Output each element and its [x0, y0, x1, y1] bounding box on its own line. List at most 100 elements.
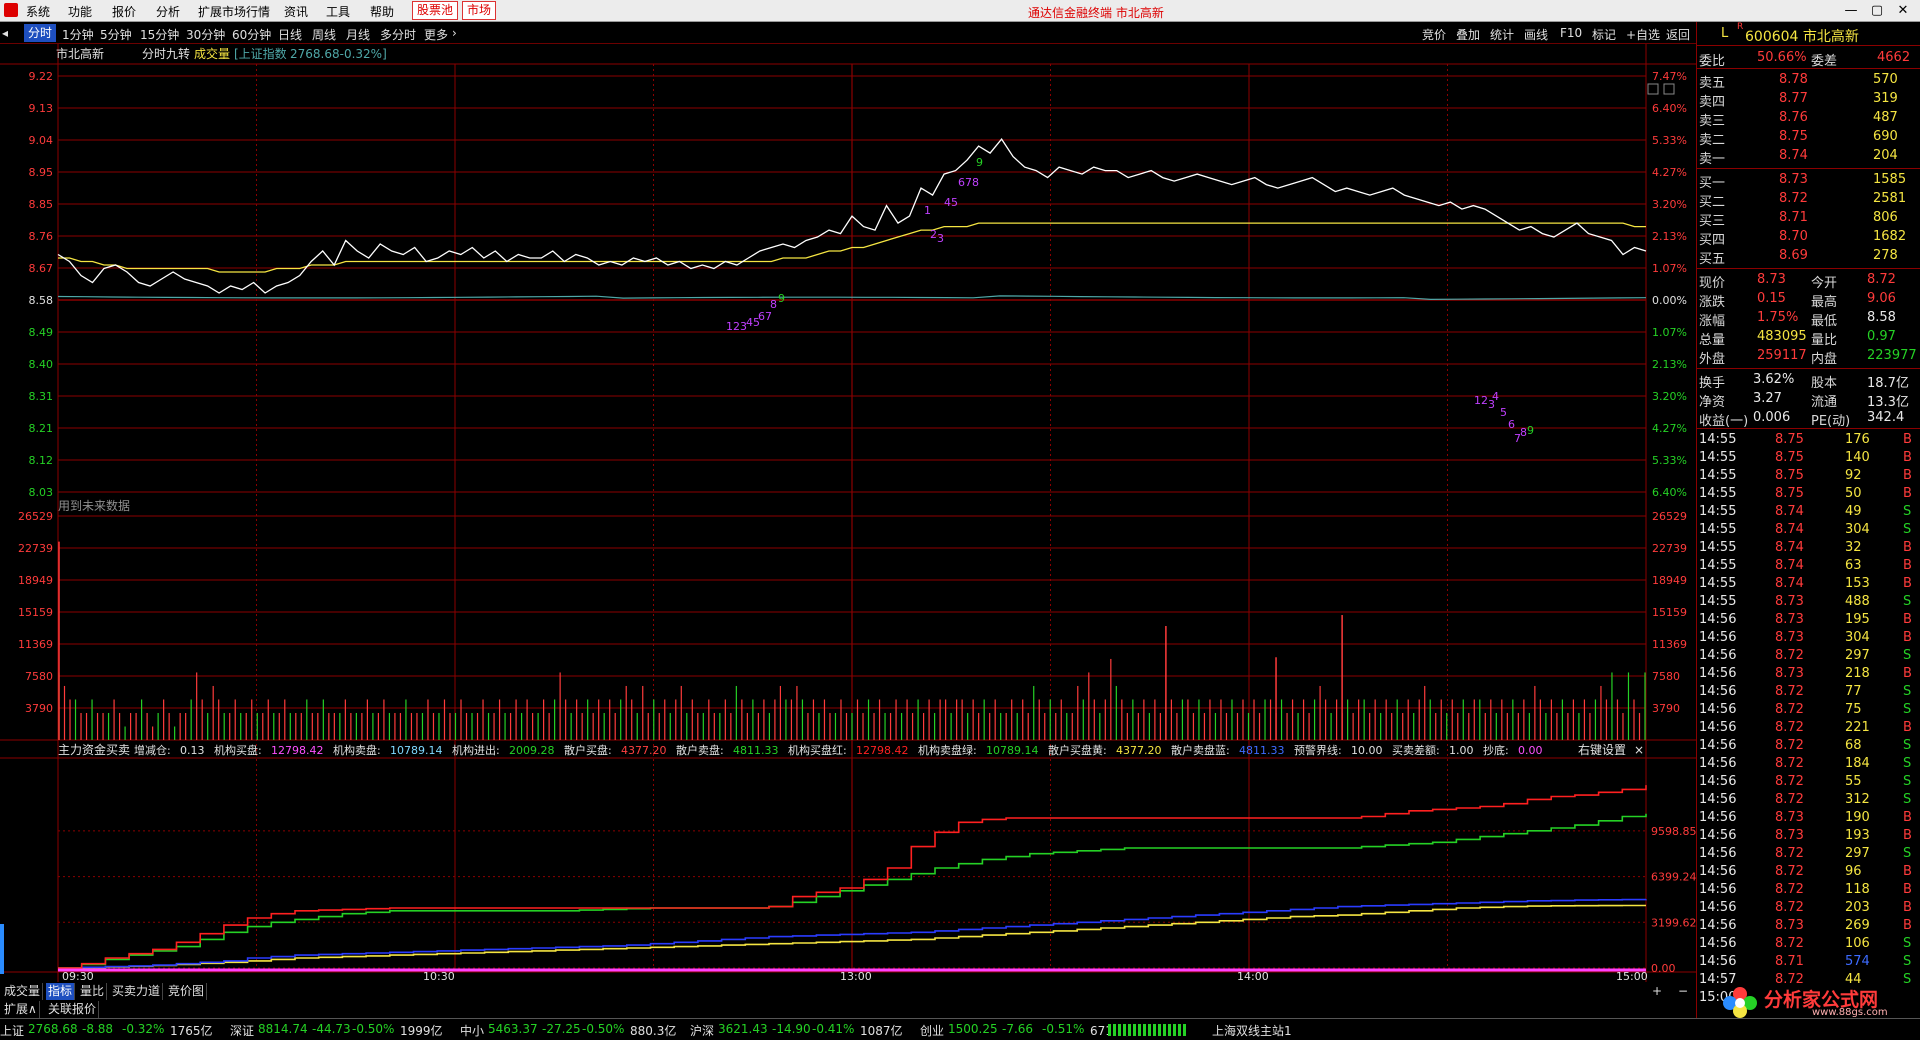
- flower-logo-icon: [1723, 987, 1757, 1018]
- indicator-tick-label: 3199.62: [1651, 916, 1696, 929]
- btab-buy-sell-force[interactable]: 买卖力道: [110, 983, 164, 1000]
- menu-tools[interactable]: 工具: [326, 3, 350, 20]
- indicator-field-label: 预警界线:: [1294, 743, 1342, 757]
- zoom-minus-button[interactable]: −: [1676, 983, 1690, 1000]
- tool-auction[interactable]: 竞价: [1422, 26, 1446, 43]
- tab-daily[interactable]: 日线: [278, 26, 302, 43]
- stat-value: 0.15: [1757, 291, 1786, 306]
- tick-price: 8.72: [1775, 720, 1804, 735]
- nine-turn-mark: 5: [1500, 406, 1507, 419]
- close-button[interactable]: ✕: [1890, 2, 1916, 20]
- tab-weekly[interactable]: 周线: [312, 26, 336, 43]
- pct-tick-label: 5.33%: [1652, 454, 1687, 467]
- tab-1min[interactable]: 1分钟: [62, 26, 94, 43]
- tick-direction: B: [1903, 828, 1912, 843]
- tick-price: 8.73: [1775, 630, 1804, 645]
- tick-time: 14:56: [1699, 918, 1737, 933]
- btab-auction-chart[interactable]: 竞价图: [166, 983, 208, 1000]
- tick-direction: S: [1903, 504, 1912, 519]
- tool-draw[interactable]: 画线: [1524, 26, 1548, 43]
- volume-tick-label: 7580: [25, 670, 53, 683]
- right-click-settings[interactable]: 右键设置: [1578, 742, 1626, 757]
- panel-divider: [1697, 68, 1920, 69]
- tool-back[interactable]: 返回: [1666, 26, 1690, 43]
- tab-intraday[interactable]: 分时: [24, 24, 57, 42]
- btab-volume-ratio[interactable]: 量比: [78, 983, 108, 1000]
- btab-related-quote[interactable]: 关联报价: [46, 1001, 100, 1018]
- nine-turn-mark: 678: [958, 176, 979, 189]
- tick-time: 14:56: [1699, 774, 1737, 789]
- tick-volume: 269: [1845, 918, 1870, 933]
- tick-volume: 312: [1845, 792, 1870, 807]
- tool-f10[interactable]: F10: [1560, 26, 1582, 40]
- tab-more[interactable]: 更多: [424, 26, 448, 43]
- menu-system[interactable]: 系统: [26, 3, 50, 20]
- tick-time: 14:56: [1699, 900, 1737, 915]
- app-logo-icon: [4, 3, 18, 17]
- quote-panel: L R 600604 市北高新 委比 50.66% 委差 4662 卖五 8.78 570 卖…: [1696, 22, 1920, 1018]
- stat-label: 今开: [1811, 276, 1838, 291]
- zoom-plus-button[interactable]: +: [1650, 983, 1664, 1000]
- tool-mark[interactable]: 标记: [1592, 26, 1616, 43]
- price-tick-label: 8.03: [29, 486, 54, 499]
- wei-cha-label: 委差: [1811, 54, 1838, 69]
- menu-extended-market[interactable]: 扩展市场行情: [198, 3, 270, 20]
- server-station[interactable]: 上海双线主站1: [1212, 1022, 1292, 1039]
- tick-volume: 304: [1845, 630, 1870, 645]
- indicator-title: 主力资金买卖: [58, 742, 130, 757]
- tab-monthly[interactable]: 月线: [346, 26, 370, 43]
- bid-price: 8.73: [1779, 172, 1808, 187]
- tick-volume: 50: [1845, 486, 1862, 501]
- menu-info[interactable]: 资讯: [284, 3, 308, 20]
- index-name: 深证: [230, 1024, 255, 1038]
- signal-strength-icon: [1108, 1024, 1188, 1036]
- menu-function[interactable]: 功能: [68, 3, 92, 20]
- ask-label: 卖五: [1699, 76, 1726, 91]
- ask-price: 8.77: [1779, 91, 1808, 106]
- nine-turn-mark: 6: [1508, 418, 1515, 431]
- index-val: 8814.74: [258, 1022, 308, 1036]
- tab-stock-pool[interactable]: 股票池: [412, 1, 459, 20]
- tick-price: 8.71: [1775, 954, 1804, 969]
- volume-tick-label: 3790: [1652, 702, 1680, 715]
- nine-turn-mark: 8: [1520, 426, 1527, 439]
- menu-help[interactable]: 帮助: [370, 3, 394, 20]
- nine-turn-mark: 67: [758, 310, 772, 323]
- tick-time: 14:56: [1699, 666, 1737, 681]
- index-val: 3621.43: [718, 1022, 768, 1036]
- bid-label: 买三: [1699, 214, 1726, 229]
- tick-time: 14:55: [1699, 450, 1737, 465]
- time-label: 14:00: [1237, 970, 1269, 982]
- nine-turn-mark: 1: [924, 204, 931, 217]
- btab-expand[interactable]: 扩展∧: [2, 1001, 40, 1018]
- tab-multi-intraday[interactable]: 多分时: [380, 26, 416, 43]
- tick-volume: 297: [1845, 846, 1870, 861]
- tab-market[interactable]: 市场: [462, 1, 497, 20]
- fin-value: 3.62%: [1753, 372, 1795, 387]
- minimize-button[interactable]: —: [1838, 2, 1864, 20]
- tick-price: 8.72: [1775, 864, 1804, 879]
- menu-analysis[interactable]: 分析: [156, 3, 180, 20]
- tool-stats[interactable]: 统计: [1490, 26, 1514, 43]
- tab-15min[interactable]: 15分钟: [140, 26, 179, 43]
- ask-price: 8.74: [1779, 148, 1808, 163]
- tab-60min[interactable]: 60分钟: [232, 26, 271, 43]
- tool-overlay[interactable]: 叠加: [1456, 26, 1480, 43]
- tab-5min[interactable]: 5分钟: [100, 26, 132, 43]
- intraday-chart[interactable]: 9.22 7.47% 9.13 6.40% 9.04 5.33% 8.95 4.27% 8.85…: [0, 44, 1696, 982]
- tick-price: 8.72: [1775, 756, 1804, 771]
- tool-add-favorite[interactable]: +自选: [1626, 26, 1660, 43]
- btab-indicator[interactable]: 指标: [46, 983, 76, 1000]
- tick-price: 8.75: [1775, 432, 1804, 447]
- maximize-button[interactable]: ▢: [1864, 2, 1890, 20]
- tick-time: 14:56: [1699, 630, 1737, 645]
- bid-volume: 278: [1873, 248, 1898, 263]
- tick-volume: 118: [1845, 882, 1870, 897]
- tab-30min[interactable]: 30分钟: [186, 26, 225, 43]
- tick-direction: B: [1903, 810, 1912, 825]
- ask-volume: 487: [1873, 110, 1898, 125]
- tick-volume: 68: [1845, 738, 1862, 753]
- btab-volume[interactable]: 成交量: [2, 983, 44, 1000]
- menu-quote[interactable]: 报价: [112, 3, 136, 20]
- scroll-left-icon[interactable]: ◂: [2, 26, 8, 40]
